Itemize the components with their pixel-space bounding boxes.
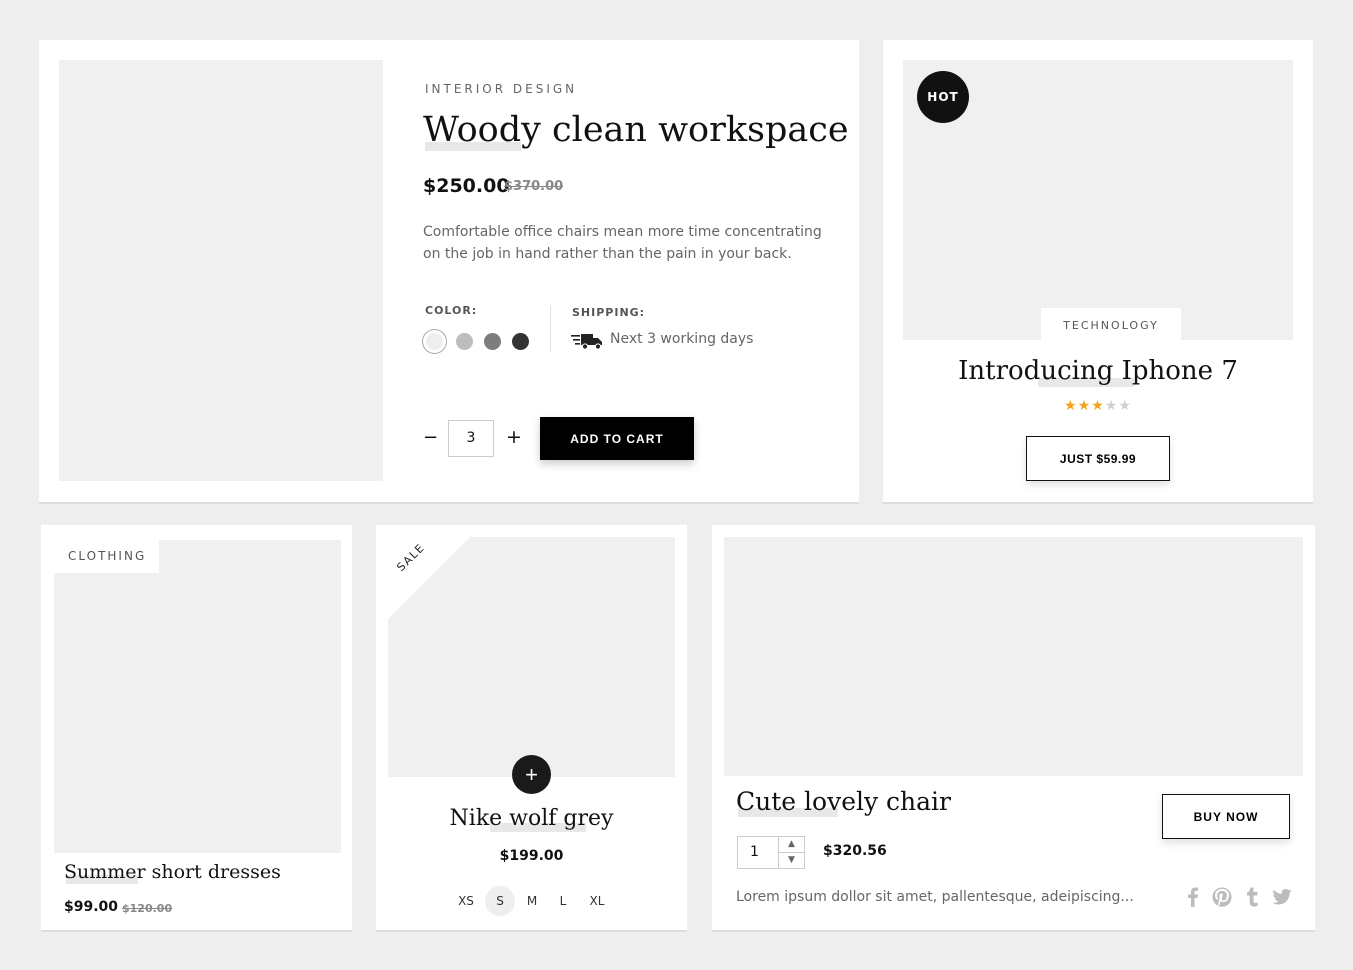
- star-icon: ★: [1104, 398, 1119, 414]
- product-title[interactable]: Nike wolf grey: [376, 806, 687, 832]
- product-price: $250.00: [423, 175, 510, 197]
- quantity-input[interactable]: 3: [448, 420, 494, 457]
- buy-price-button[interactable]: JUST $59.99: [1026, 436, 1170, 481]
- sale-corner: [388, 537, 470, 619]
- color-swatch-charcoal[interactable]: [512, 333, 529, 350]
- pinterest-icon[interactable]: [1212, 887, 1232, 907]
- product-image[interactable]: [59, 60, 383, 481]
- color-swatch-grey[interactable]: [456, 333, 473, 350]
- dresses-product-card: CLOTHING Summer short dresses $99.00 $12…: [41, 525, 352, 930]
- star-icon: ★: [1091, 398, 1105, 414]
- quantity-stepper[interactable]: 1 ▲ ▼: [737, 836, 805, 869]
- color-swatch-light[interactable]: [426, 333, 443, 350]
- chevron-up-icon[interactable]: ▲: [778, 837, 804, 853]
- product-title[interactable]: Introducing Iphone 7: [883, 356, 1313, 387]
- facebook-icon[interactable]: [1183, 887, 1203, 907]
- star-icon: ★: [1077, 398, 1092, 414]
- nike-product-card: SALE + Nike wolf grey $199.00 XS S M L X…: [376, 525, 687, 930]
- product-price: $320.56: [823, 843, 887, 859]
- hot-badge: HOT: [917, 71, 969, 123]
- product-category[interactable]: INTERIOR DESIGN: [425, 82, 577, 96]
- product-image[interactable]: [54, 540, 341, 853]
- product-title[interactable]: Cute lovely chair: [736, 787, 951, 817]
- size-option-s[interactable]: S: [485, 886, 515, 916]
- tumblr-icon[interactable]: [1242, 887, 1262, 907]
- product-title[interactable]: Summer short dresses: [64, 861, 281, 884]
- divider: [550, 305, 551, 352]
- product-category[interactable]: CLOTHING: [54, 540, 159, 573]
- product-old-price: $370.00: [504, 179, 564, 194]
- product-image[interactable]: [724, 537, 1303, 776]
- product-old-price: $120.00: [122, 902, 173, 915]
- quantity-decrease-button[interactable]: −: [423, 427, 438, 448]
- chair-product-card: Cute lovely chair 1 ▲ ▼ $320.56 BUY NOW …: [712, 525, 1315, 930]
- size-option-xl[interactable]: XL: [582, 886, 612, 916]
- size-option-m[interactable]: M: [517, 886, 547, 916]
- shipping-label: SHIPPING:: [572, 306, 646, 319]
- star-icon: ★: [1118, 398, 1132, 414]
- color-swatch-dark-grey[interactable]: [484, 333, 501, 350]
- buy-now-button[interactable]: BUY NOW: [1162, 794, 1290, 839]
- product-price: $99.00: [64, 899, 119, 915]
- product-description: Comfortable office chairs mean more time…: [423, 224, 822, 262]
- product-title[interactable]: Woody clean workspace: [423, 110, 849, 151]
- add-to-cart-button[interactable]: ADD TO CART: [540, 417, 694, 460]
- quantity-increase-button[interactable]: +: [506, 426, 522, 448]
- star-icon: ★: [1064, 398, 1078, 414]
- size-option-xs[interactable]: XS: [451, 886, 481, 916]
- product-category[interactable]: TECHNOLOGY: [1041, 308, 1181, 341]
- quantity-value[interactable]: 1: [750, 844, 759, 860]
- star-rating: ★★★★★: [883, 398, 1313, 414]
- shipping-text: Next 3 working days: [610, 331, 754, 347]
- add-button[interactable]: +: [512, 755, 551, 794]
- size-option-l[interactable]: L: [548, 886, 578, 916]
- featured-product-card: INTERIOR DESIGN Woody clean workspace $2…: [39, 40, 859, 502]
- chevron-down-icon[interactable]: ▼: [778, 853, 804, 869]
- twitter-icon[interactable]: [1272, 887, 1292, 907]
- color-label: COLOR:: [425, 304, 478, 317]
- product-price: $199.00: [499, 848, 564, 864]
- truck-icon: [571, 334, 602, 350]
- iphone-product-card: HOT TECHNOLOGY Introducing Iphone 7 ★★★★…: [883, 40, 1313, 502]
- product-description: Lorem ipsum dollor sit amet, pallentesqu…: [736, 889, 1134, 905]
